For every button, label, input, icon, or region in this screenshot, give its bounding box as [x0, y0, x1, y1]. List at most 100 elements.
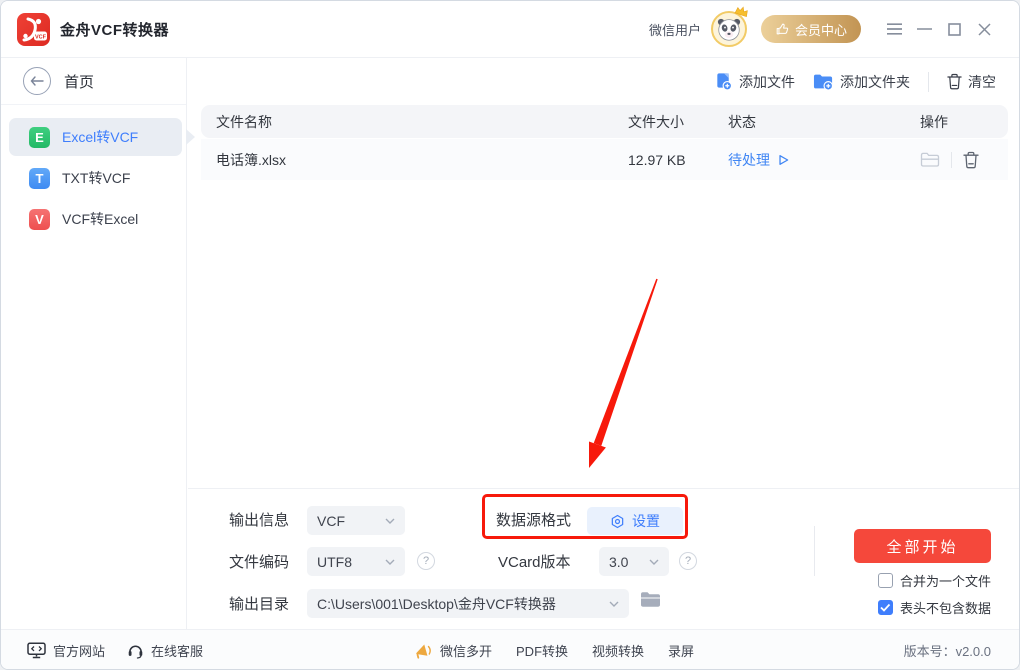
sidebar-item-label: VCF转Excel	[62, 211, 139, 227]
column-file-size: 文件大小	[628, 113, 684, 130]
output-dir-select[interactable]: C:\Users\001\Desktop\金舟VCF转换器	[307, 589, 629, 618]
sidebar: 首页 E Excel转VCF T TXT转VCF V VCF转Excel	[1, 58, 195, 631]
avatar[interactable]	[710, 6, 748, 47]
clear-label: 清空	[968, 73, 996, 90]
column-operation: 操作	[920, 113, 948, 130]
pdf-convert-label: PDF转换	[516, 643, 569, 659]
video-convert-label: 视频转换	[592, 643, 645, 659]
wechat-multi-link[interactable]: 微信多开	[413, 641, 492, 660]
encoding-help-icon[interactable]: ?	[417, 552, 435, 570]
title-bar: VCF 金舟VCF转换器 微信用户 会员中心	[1, 1, 1019, 58]
excel-badge-icon: E	[29, 126, 50, 148]
chevron-down-icon	[609, 601, 619, 607]
close-icon[interactable]	[969, 14, 999, 44]
screen-record-link[interactable]: 录屏	[668, 641, 694, 660]
add-file-button[interactable]: 添加文件	[714, 72, 795, 92]
add-folder-label: 添加文件夹	[840, 73, 910, 90]
file-size: 12.97 KB	[628, 151, 686, 168]
panel-divider	[188, 488, 1019, 489]
official-site-link[interactable]: 官方网站	[27, 641, 105, 660]
add-file-icon	[717, 73, 733, 91]
output-info-value: VCF	[317, 512, 345, 529]
video-convert-link[interactable]: 视频转换	[592, 641, 644, 660]
datasource-settings-button[interactable]: 设置	[587, 507, 683, 535]
gear-icon	[611, 514, 624, 528]
pdf-convert-link[interactable]: PDF转换	[516, 641, 568, 660]
sidebar-item-home[interactable]: 首页	[1, 58, 186, 105]
sidebar-item-label: Excel转VCF	[62, 129, 139, 145]
user-name[interactable]: 微信用户	[649, 20, 701, 39]
header-checkbox-row[interactable]: 表头不包含数据	[877, 598, 991, 617]
header-checkbox-label: 表头不包含数据	[899, 601, 991, 616]
panda-icon	[717, 18, 741, 41]
clear-button[interactable]: 清空	[947, 72, 996, 92]
menu-icon[interactable]	[879, 14, 909, 44]
chevron-down-icon	[385, 559, 395, 565]
online-service-link[interactable]: 在线客服	[127, 641, 203, 660]
play-icon[interactable]	[778, 154, 789, 166]
table-header: 文件名称 文件大小 状态 操作	[201, 105, 1008, 138]
vcard-value: 3.0	[609, 553, 629, 570]
output-dir-label: 输出目录	[229, 596, 290, 613]
thumb-up-icon	[776, 23, 789, 35]
settings-button-label: 设置	[632, 513, 660, 529]
svg-text:VCF: VCF	[35, 34, 47, 40]
vcard-label: VCard版本	[498, 554, 571, 571]
file-name: 电话簿.xlsx	[216, 151, 286, 168]
add-folder-button[interactable]: 添加文件夹	[813, 72, 910, 92]
merge-checkbox-label: 合并为一个文件	[899, 574, 991, 589]
app-window: VCF 金舟VCF转换器 微信用户 会员中心 首页 E Excel转VCF T …	[0, 0, 1020, 670]
app-title: 金舟VCF转换器	[60, 21, 170, 39]
active-notch	[186, 129, 195, 145]
merge-checkbox-row[interactable]: 合并为一个文件	[877, 571, 991, 590]
chevron-down-icon	[385, 518, 395, 524]
column-status: 状态	[728, 113, 756, 130]
maximize-icon[interactable]	[939, 14, 969, 44]
back-arrow-icon[interactable]	[23, 67, 51, 95]
sidebar-item-label: TXT转VCF	[62, 170, 131, 186]
sidebar-item-excel-to-vcf[interactable]: E Excel转VCF	[9, 118, 195, 156]
main-content: 添加文件 添加文件夹 清空 文件名称 文件大小 状态 操作 电话簿.xlsx 1…	[188, 58, 1019, 631]
vcard-select[interactable]: 3.0	[599, 547, 669, 576]
header-checkbox[interactable]	[877, 600, 893, 615]
output-info-label: 输出信息	[229, 512, 290, 529]
wechat-multi-label: 微信多开	[440, 643, 493, 659]
version-text: 版本号：v2.0.0	[903, 643, 991, 659]
add-file-label: 添加文件	[739, 73, 795, 90]
headset-icon	[128, 645, 143, 659]
txt-badge-icon: T	[29, 167, 50, 189]
sidebar-item-txt-to-vcf[interactable]: T TXT转VCF	[9, 159, 182, 197]
home-label: 首页	[64, 73, 95, 91]
add-folder-icon	[813, 74, 834, 91]
table-row[interactable]: 电话簿.xlsx 12.97 KB 待处理	[201, 139, 1008, 180]
minimize-icon[interactable]	[909, 14, 939, 44]
member-center-label: 会员中心	[794, 22, 847, 38]
settings-divider	[814, 526, 815, 576]
official-site-label: 官方网站	[53, 643, 106, 659]
trash-icon	[947, 73, 962, 90]
output-dir-value: C:\Users\001\Desktop\金舟VCF转换器	[317, 595, 556, 612]
delete-file-icon[interactable]	[963, 151, 979, 169]
start-all-button[interactable]: 全部开始	[854, 529, 991, 563]
status-badge: 待处理	[728, 151, 770, 168]
chevron-down-icon	[649, 559, 659, 565]
encoding-value: UTF8	[317, 553, 352, 570]
output-info-select[interactable]: VCF	[307, 506, 405, 535]
member-center-button[interactable]: 会员中心	[760, 15, 861, 43]
file-toolbar: 添加文件 添加文件夹 清空	[188, 58, 1019, 105]
vcard-help-icon[interactable]: ?	[679, 552, 697, 570]
operation-divider	[951, 151, 952, 168]
footer: 官方网站 在线客服 微信多开 PDF转换 视频转换 录屏 版本号：v2.0.0	[1, 629, 1019, 669]
toolbar-divider	[928, 71, 929, 92]
sidebar-item-vcf-to-excel[interactable]: V VCF转Excel	[9, 200, 182, 238]
monitor-icon	[27, 641, 46, 658]
screen-record-label: 录屏	[668, 643, 695, 659]
horn-icon	[415, 643, 431, 659]
datasource-label: 数据源格式	[496, 512, 572, 529]
open-folder-icon[interactable]	[920, 152, 940, 168]
online-service-label: 在线客服	[151, 643, 204, 659]
browse-folder-icon[interactable]	[640, 591, 662, 609]
encoding-select[interactable]: UTF8	[307, 547, 405, 576]
merge-checkbox[interactable]	[877, 573, 893, 588]
app-logo-icon: VCF	[17, 12, 50, 46]
